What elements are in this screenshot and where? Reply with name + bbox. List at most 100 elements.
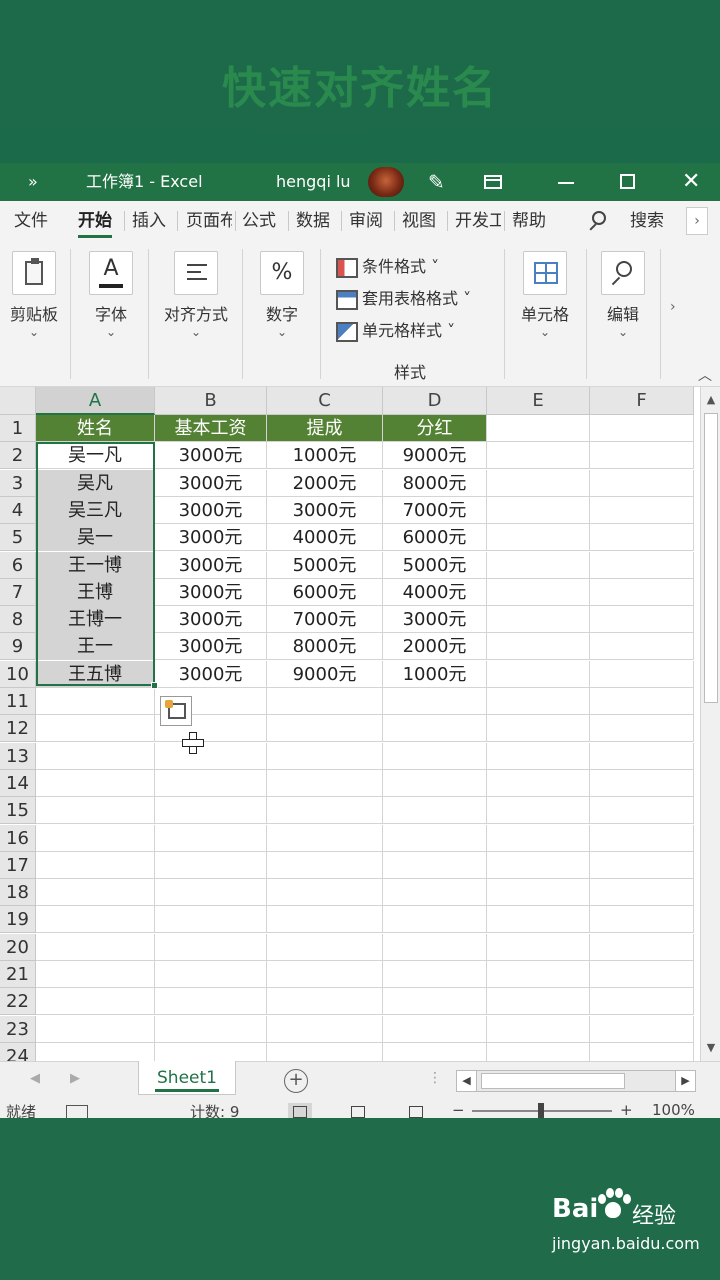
number-group[interactable]: % 数字 ⌄ [252,241,312,387]
row-header[interactable]: 13 [0,742,36,770]
empty-cell[interactable] [590,688,694,715]
empty-cell[interactable] [487,688,590,715]
empty-cell[interactable] [155,879,267,907]
empty-cell[interactable] [590,988,694,1016]
empty-cell[interactable] [590,415,694,442]
empty-cell[interactable] [155,933,267,961]
column-header-e[interactable]: E [487,387,590,415]
empty-cell[interactable] [155,988,267,1016]
empty-cell[interactable] [36,988,155,1016]
table-cell[interactable]: 1000元 [383,660,487,688]
table-cell[interactable]: 5000元 [267,551,383,579]
empty-cell[interactable] [383,906,487,934]
empty-cell[interactable] [487,879,590,907]
scroll-right-icon[interactable]: ▶ [675,1071,695,1091]
name-cell[interactable]: 王一 [36,633,155,661]
name-cell[interactable]: 吴一 [36,524,155,552]
row-header[interactable]: 15 [0,797,36,825]
row-header[interactable]: 12 [0,715,36,743]
empty-cell[interactable] [590,578,694,606]
minimize-icon[interactable] [556,163,576,201]
zoom-out-button[interactable]: − [452,1101,465,1118]
empty-cell[interactable] [267,879,383,907]
empty-cell[interactable] [590,442,694,470]
empty-cell[interactable] [487,851,590,879]
empty-cell[interactable] [487,742,590,770]
empty-cell[interactable] [155,906,267,934]
empty-cell[interactable] [36,688,155,715]
empty-cell[interactable] [36,797,155,825]
cells-group[interactable]: 单元格 ⌄ [512,241,578,387]
tab-insert[interactable]: 插入 [132,201,166,241]
avatar[interactable] [368,167,404,197]
row-header[interactable]: 6 [0,551,36,579]
row-header[interactable]: 3 [0,469,36,497]
empty-cell[interactable] [383,824,487,852]
empty-cell[interactable] [590,742,694,770]
name-cell[interactable]: 王五博 [36,660,155,688]
ribbon-scroll-right-icon[interactable]: › [670,299,676,315]
table-cell[interactable]: 3000元 [155,469,267,497]
table-cell[interactable]: 2000元 [383,633,487,661]
row-header[interactable]: 23 [0,1015,36,1043]
empty-cell[interactable] [155,769,267,797]
empty-cell[interactable] [487,469,590,497]
table-header-cell[interactable]: 提成 [267,415,383,442]
sheet-tab-sheet1[interactable]: Sheet1 [138,1061,236,1095]
scroll-thumb[interactable] [704,413,718,703]
scroll-up-icon[interactable]: ▲ [703,391,719,409]
column-header-c[interactable]: C [267,387,383,415]
table-cell[interactable]: 7000元 [267,606,383,634]
empty-cell[interactable] [590,879,694,907]
row-header[interactable]: 8 [0,606,36,634]
empty-cell[interactable] [383,688,487,715]
tabs-scroll-right-icon[interactable]: › [686,207,708,235]
ribbon-display-options-icon[interactable] [482,163,504,201]
tab-developer[interactable]: 开发工 [455,201,501,241]
empty-cell[interactable] [590,633,694,661]
tab-page-layout[interactable]: 页面布 [186,201,232,241]
name-cell[interactable]: 王博 [36,578,155,606]
table-cell[interactable]: 3000元 [155,496,267,524]
row-header[interactable]: 21 [0,961,36,988]
empty-cell[interactable] [267,742,383,770]
empty-cell[interactable] [36,879,155,907]
clipboard-group[interactable]: 剪贴板 ⌄ [4,241,64,387]
empty-cell[interactable] [487,551,590,579]
search-icon[interactable] [588,209,608,233]
font-group[interactable]: A 字体 ⌄ [80,241,142,387]
empty-cell[interactable] [267,961,383,988]
name-cell[interactable]: 吴一凡 [36,442,155,470]
name-cell[interactable]: 王一博 [36,551,155,579]
empty-cell[interactable] [487,824,590,852]
empty-cell[interactable] [590,961,694,988]
empty-cell[interactable] [590,606,694,634]
macro-record-icon[interactable] [66,1105,88,1118]
user-name[interactable]: hengqi lu [276,163,351,201]
empty-cell[interactable] [487,961,590,988]
table-cell[interactable]: 9000元 [383,442,487,470]
empty-cell[interactable] [36,851,155,879]
normal-view-icon[interactable] [288,1103,312,1118]
cell-styles-button[interactable]: 单元格样式 ˅ [336,317,455,345]
empty-cell[interactable] [487,1015,590,1043]
page-break-view-icon[interactable] [404,1103,428,1118]
row-header[interactable]: 9 [0,633,36,661]
table-cell[interactable]: 3000元 [155,524,267,552]
row-header[interactable]: 11 [0,688,36,715]
name-cell[interactable]: 吴三凡 [36,496,155,524]
add-sheet-button[interactable]: + [284,1069,308,1093]
table-cell[interactable]: 4000元 [267,524,383,552]
column-header-f[interactable]: F [590,387,694,415]
table-cell[interactable]: 3000元 [155,606,267,634]
empty-cell[interactable] [487,797,590,825]
empty-cell[interactable] [590,524,694,552]
empty-cell[interactable] [590,1015,694,1043]
table-cell[interactable]: 9000元 [267,660,383,688]
empty-cell[interactable] [155,961,267,988]
empty-cell[interactable] [383,769,487,797]
empty-cell[interactable] [36,933,155,961]
vertical-scrollbar[interactable]: ▲ ▼ [700,387,720,1061]
zoom-in-button[interactable]: + [620,1101,633,1118]
table-header-cell[interactable]: 分红 [383,415,487,442]
